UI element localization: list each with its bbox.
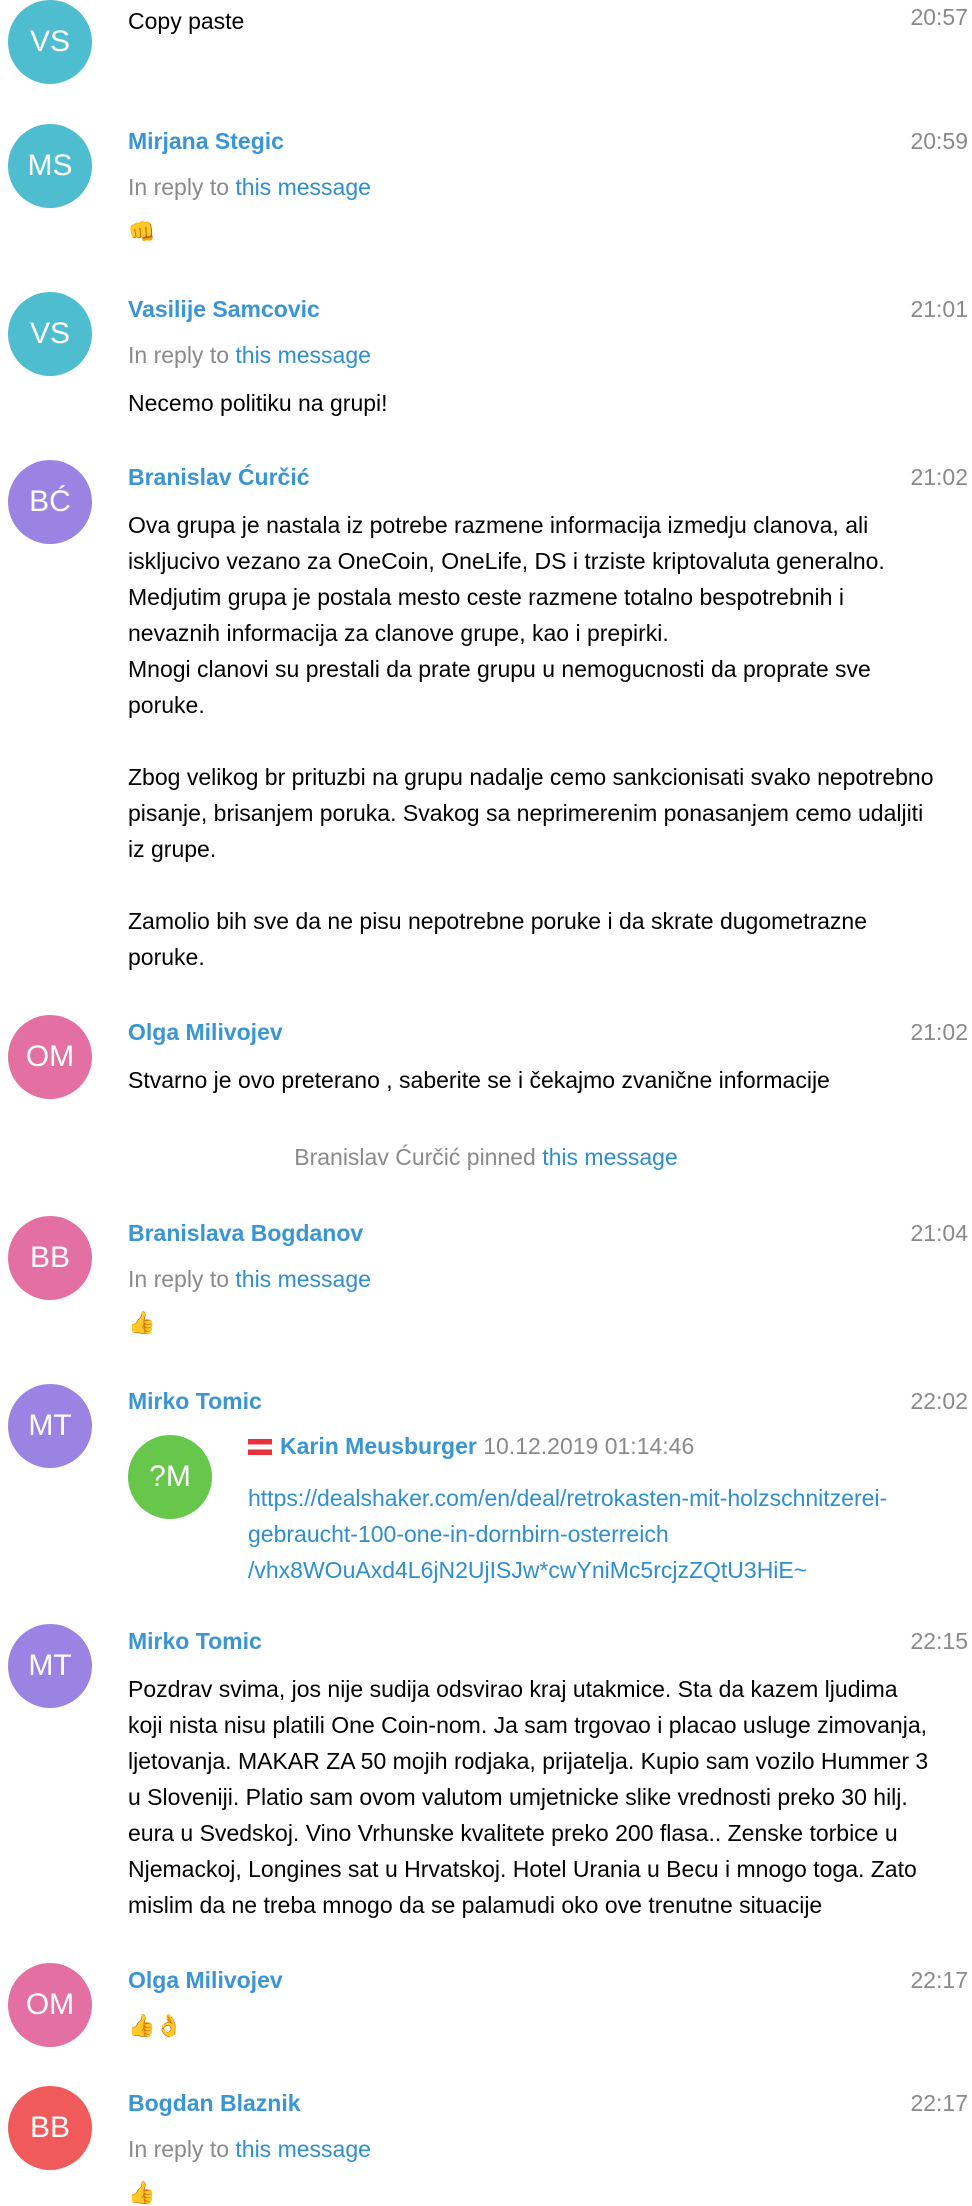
austria-flag-icon <box>248 1439 272 1455</box>
reply-link[interactable]: this message <box>235 1266 371 1292</box>
pinned-service-message: Branislav Ćurčić pinned this message <box>0 1144 972 1171</box>
avatar[interactable]: MS <box>8 124 92 208</box>
message-time: 22:15 <box>910 1628 968 1654</box>
pinned-message-link[interactable]: this message <box>542 1144 678 1170</box>
avatar[interactable]: BĆ <box>8 460 92 544</box>
avatar[interactable]: MT <box>8 1384 92 1468</box>
reply-link[interactable]: this message <box>235 342 371 368</box>
sender-name[interactable]: Bogdan Blaznik <box>128 2090 301 2117</box>
message-time: 21:04 <box>910 1220 968 1246</box>
reply-link[interactable]: this message <box>235 174 371 200</box>
sender-name[interactable]: Vasilije Samcovic <box>128 296 320 323</box>
reply-header: In reply to this message <box>128 1266 371 1293</box>
message-time: 22:17 <box>910 2090 968 2116</box>
message-time: 21:02 <box>910 1019 968 1045</box>
sender-name[interactable]: Mirjana Stegic <box>128 128 284 155</box>
avatar[interactable]: OM <box>8 1015 92 1099</box>
emoji-text: 👍 <box>128 1310 156 1335</box>
reply-prefix: In reply to <box>128 174 229 200</box>
message-text: Copy paste <box>128 8 245 34</box>
reply-prefix: In reply to <box>128 342 229 368</box>
emoji-text: 👍 <box>128 2180 156 2205</box>
message-text: Pozdrav svima, jos nije sudija odsvirao … <box>128 1676 929 1918</box>
message-time: 20:59 <box>910 128 968 154</box>
forwarded-avatar[interactable]: ?M <box>128 1435 212 1519</box>
forwarded-from-name[interactable]: Karin Meusburger <box>280 1433 477 1459</box>
reply-header: In reply to this message <box>128 174 371 201</box>
reply-prefix: In reply to <box>128 1266 229 1292</box>
message-time: 22:17 <box>910 1967 968 1993</box>
message-text: Necemo politiku na grupi! <box>128 390 388 416</box>
message-time: 20:57 <box>910 4 968 30</box>
avatar[interactable]: BB <box>8 2086 92 2170</box>
message-time: 21:01 <box>910 296 968 322</box>
service-actor[interactable]: Branislav Ćurčić <box>294 1144 460 1170</box>
reply-link[interactable]: this message <box>235 2136 371 2162</box>
forwarded-link[interactable]: https://dealshaker.com/en/deal/retrokast… <box>248 1480 972 1588</box>
reply-header: In reply to this message <box>128 342 371 369</box>
sender-name[interactable]: Mirko Tomic <box>128 1388 262 1415</box>
reply-header: In reply to this message <box>128 2136 371 2163</box>
message-time: 21:02 <box>910 464 968 490</box>
reply-prefix: In reply to <box>128 2136 229 2162</box>
emoji-text: 👊 <box>128 219 156 244</box>
service-action: pinned <box>466 1144 536 1170</box>
avatar[interactable]: VS <box>8 0 92 84</box>
avatar[interactable]: BB <box>8 1216 92 1300</box>
sender-name[interactable]: Mirko Tomic <box>128 1628 262 1655</box>
message-text: Ova grupa je nastala iz potrebe razmene … <box>128 512 934 970</box>
sender-name[interactable]: Branislav Ćurčić <box>128 464 310 491</box>
message-feed: VS Copy paste 20:57 MS Mirjana Stegic 20… <box>0 0 972 2205</box>
avatar[interactable]: MT <box>8 1624 92 1708</box>
forwarded-header: Karin Meusburger 10.12.2019 01:14:46 <box>248 1433 694 1460</box>
sender-name[interactable]: Branislava Bogdanov <box>128 1220 363 1247</box>
message-text: Stvarno je ovo preterano , saberite se i… <box>128 1067 830 1093</box>
avatar[interactable]: OM <box>8 1963 92 2047</box>
sender-name[interactable]: Olga Milivojev <box>128 1019 283 1046</box>
forwarded-date: 10.12.2019 01:14:46 <box>483 1433 695 1459</box>
avatar[interactable]: VS <box>8 292 92 376</box>
sender-name[interactable]: Olga Milivojev <box>128 1967 283 1994</box>
emoji-text: 👍👌 <box>128 2013 183 2038</box>
message-time: 22:02 <box>910 1388 968 1414</box>
